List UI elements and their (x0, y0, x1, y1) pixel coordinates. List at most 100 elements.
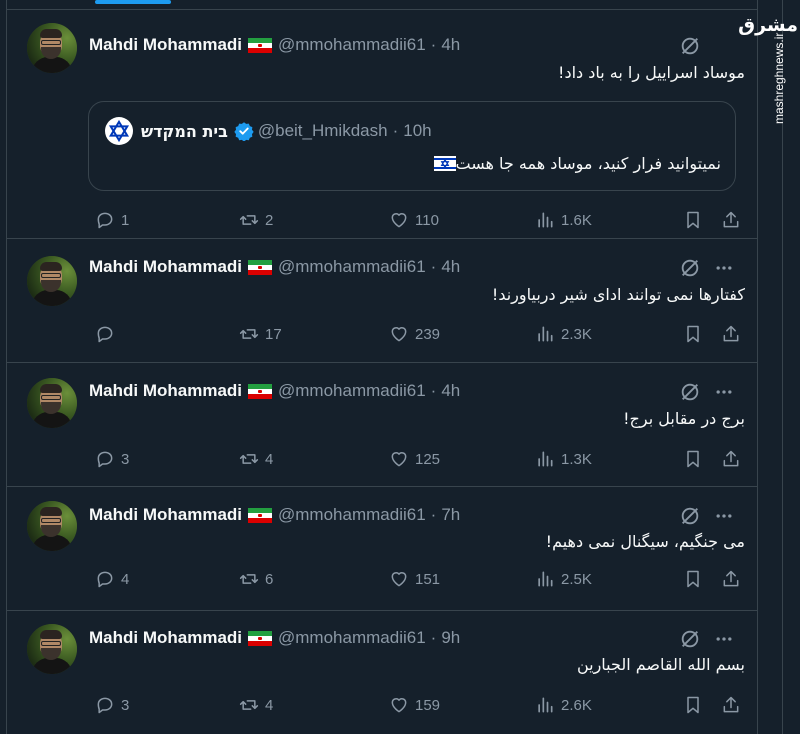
author-name[interactable]: Mahdi Mohammadi (89, 628, 242, 648)
retweet-button[interactable]: 6 (239, 566, 273, 592)
like-button[interactable]: 125 (389, 446, 440, 472)
author-handle[interactable]: @mmohammadii61 (278, 257, 426, 277)
quote-avatar[interactable] (105, 117, 133, 145)
views-button[interactable]: 1.3K (535, 446, 592, 472)
tweet-time[interactable]: 4h (441, 381, 460, 401)
grok-icon[interactable] (679, 505, 701, 527)
share-icon (723, 325, 739, 342)
author-name[interactable]: Mahdi Mohammadi (89, 381, 242, 401)
quote-header: בית המקדש @beit_Hmikdash · 10h (105, 117, 432, 145)
author-name[interactable]: Mahdi Mohammadi (89, 35, 242, 55)
more-icon[interactable] (714, 506, 734, 526)
iran-flag-icon (248, 507, 273, 523)
views-button[interactable]: 2.3K (535, 321, 592, 347)
israel-flag-icon (433, 156, 456, 171)
share-button[interactable] (721, 321, 741, 347)
retweet-button[interactable]: 4 (239, 446, 273, 472)
watermark: مشرق mashreghnews.ir (738, 0, 800, 128)
more-icon[interactable] (714, 258, 734, 278)
grok-icon[interactable] (679, 628, 701, 650)
avatar[interactable] (27, 256, 77, 306)
more-icon[interactable] (714, 629, 734, 649)
author-name[interactable]: Mahdi Mohammadi (89, 505, 242, 525)
retweet-button[interactable]: 17 (239, 321, 282, 347)
avatar[interactable] (27, 501, 77, 551)
avatar[interactable] (27, 378, 77, 428)
avatar[interactable] (27, 23, 77, 73)
retweet-button[interactable]: 4 (239, 692, 273, 718)
more-icon[interactable] (714, 382, 734, 402)
tweet-time[interactable]: 4h (441, 35, 460, 55)
tweet-actions: 4 6 151 2.5K (89, 566, 749, 592)
retweet-icon (239, 329, 259, 339)
views-button[interactable]: 2.6K (535, 692, 592, 718)
reply-button[interactable]: 3 (95, 446, 129, 472)
share-button[interactable] (721, 692, 741, 718)
grok-icon[interactable] (679, 35, 701, 57)
views-count: 2.5K (561, 570, 592, 588)
bookmark-icon (687, 211, 699, 229)
views-count: 1.6K (561, 211, 592, 229)
tweet-time[interactable]: 9h (441, 628, 460, 648)
like-button[interactable]: 239 (389, 321, 440, 347)
quote-text: نمیتوانید فرار کنید، موساد همه جا هست (455, 154, 721, 173)
views-button[interactable]: 2.5K (535, 566, 592, 592)
share-button[interactable] (721, 566, 741, 592)
tweet-time[interactable]: 4h (441, 257, 460, 277)
views-count: 2.6K (561, 696, 592, 714)
reply-button[interactable]: 1 (95, 207, 129, 233)
quote-text-row: نمیتوانید فرار کنید، موساد همه جا هست (432, 154, 721, 173)
tweet[interactable]: Mahdi Mohammadi @mmohammadii61 · 4h موسا… (7, 9, 757, 239)
grok-icon[interactable] (679, 381, 701, 403)
reply-button[interactable]: 4 (95, 566, 129, 592)
views-count: 1.3K (561, 450, 592, 468)
grok-icon[interactable] (679, 257, 701, 279)
tweet-text: می جنگیم، سیگنال نمی دهیم! (545, 532, 745, 551)
bookmark-button[interactable] (683, 446, 703, 472)
separator-dot: · (430, 628, 437, 647)
author-handle[interactable]: @mmohammadii61 (278, 505, 426, 525)
bookmark-button[interactable] (683, 321, 703, 347)
views-button[interactable]: 1.6K (535, 207, 592, 233)
author-handle[interactable]: @mmohammadii61 (278, 381, 426, 401)
reply-button[interactable]: 3 (95, 692, 129, 718)
share-icon (723, 450, 739, 467)
avatar[interactable] (27, 624, 77, 674)
author-name[interactable]: Mahdi Mohammadi (89, 257, 242, 277)
tweet[interactable]: Mahdi Mohammadi @mmohammadii61 · 4h برج … (7, 363, 757, 487)
bookmark-button[interactable] (683, 207, 703, 233)
retweet-icon (239, 574, 259, 584)
tweet-text: بسم الله القاصم الجبارین (576, 655, 745, 674)
like-button[interactable]: 151 (389, 566, 440, 592)
reply-button[interactable] (95, 321, 121, 347)
views-icon (538, 451, 553, 467)
share-icon (723, 570, 739, 587)
tweet-header: Mahdi Mohammadi @mmohammadii61 · 9h (89, 626, 737, 650)
tweet-actions: 1 2 110 1.6K (89, 207, 749, 233)
tweet-time[interactable]: 7h (441, 505, 460, 525)
author-handle[interactable]: @mmohammadii61 (278, 628, 426, 648)
like-button[interactable]: 110 (389, 207, 439, 233)
author-handle[interactable]: @mmohammadii61 (278, 35, 426, 55)
tweet[interactable]: Mahdi Mohammadi @mmohammadii61 · 4h کفتا… (7, 239, 757, 363)
quote-author-handle[interactable]: @beit_Hmikdash (258, 121, 388, 141)
tweet[interactable]: Mahdi Mohammadi @mmohammadii61 · 9h بسم … (7, 611, 757, 734)
separator-dot: · (430, 35, 437, 54)
tweet[interactable]: Mahdi Mohammadi @mmohammadii61 · 7h می ج… (7, 487, 757, 611)
quote-author-name[interactable]: בית המקדש (141, 122, 228, 141)
separator-dot: · (430, 505, 437, 524)
quote-time[interactable]: 10h (403, 121, 431, 141)
bookmark-button[interactable] (683, 566, 703, 592)
share-button[interactable] (721, 207, 741, 233)
bookmark-button[interactable] (683, 692, 703, 718)
quoted-tweet[interactable]: בית המקדש @beit_Hmikdash · 10h نمیتوانید فرا… (88, 101, 736, 191)
retweet-count: 2 (265, 211, 274, 229)
retweet-icon (239, 215, 259, 225)
reply-icon (97, 326, 113, 343)
like-button[interactable]: 159 (389, 692, 440, 718)
share-button[interactable] (721, 446, 741, 472)
views-count: 2.3K (561, 325, 592, 343)
retweet-button[interactable]: 2 (239, 207, 273, 233)
like-count: 125 (415, 450, 441, 468)
heart-icon (391, 213, 407, 228)
